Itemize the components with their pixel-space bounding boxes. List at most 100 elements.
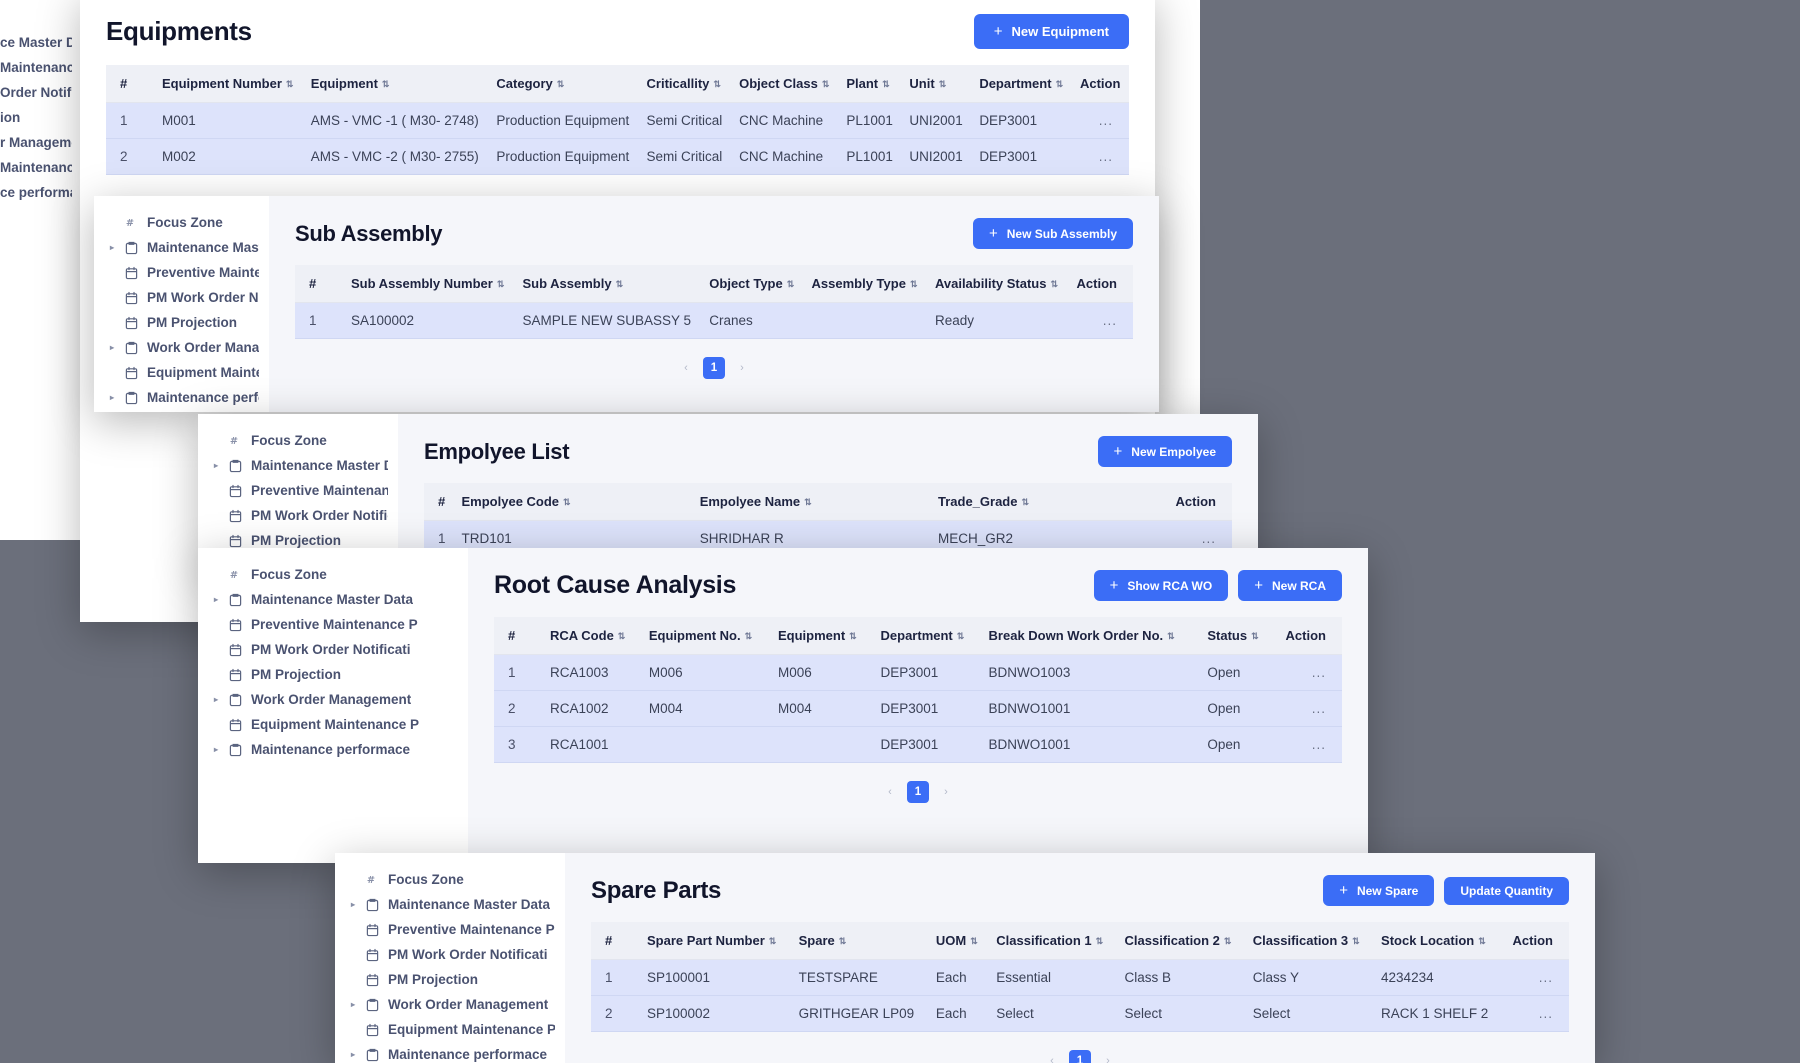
sort-icon[interactable]: ⇅ [822,80,830,89]
col-department[interactable]: Department ⇅ [971,65,1072,103]
update-quantity-button[interactable]: Update Quantity [1444,876,1569,905]
col-category[interactable]: Category ⇅ [488,65,639,103]
col-spare-part-number[interactable]: Spare Part Number ⇅ [639,922,791,960]
col-classification-3[interactable]: Classification 3 ⇅ [1244,922,1374,960]
col-sub-assembly-number[interactable]: Sub Assembly Number ⇅ [343,265,515,303]
sort-icon[interactable]: ⇅ [957,632,965,641]
cell-equipment-no-link[interactable] [640,726,770,763]
row-action-menu[interactable]: ... [1501,959,1569,996]
sidebar-item-pm-work-order-notificati[interactable]: ▸PM Work Order Notificati [198,637,468,662]
new-spare-button[interactable]: + New Spare [1323,875,1435,906]
pagination-next-icon[interactable]: › [1097,1050,1119,1063]
col-rca-code[interactable]: RCA Code ⇅ [542,617,641,655]
sidebar-item-pm-projection[interactable]: ▸PM Projection [335,967,565,992]
col-trade-grade[interactable]: Trade_Grade ⇅ [929,483,1168,521]
chevron-right-icon[interactable]: ▸ [108,393,116,402]
chevron-right-icon[interactable]: ▸ [349,1050,357,1059]
row-action-menu[interactable]: ... [1067,302,1133,339]
sort-icon[interactable]: ⇅ [616,280,624,289]
col-breakdown-wo-no[interactable]: Break Down Work Order No. ⇅ [980,617,1200,655]
col-unit[interactable]: Unit ⇅ [901,65,972,103]
sidebar-item-focus-zone[interactable]: ▸#Focus Zone [198,428,398,453]
col-status[interactable]: Status ⇅ [1199,617,1273,655]
col-object-type[interactable]: Object Type ⇅ [701,265,804,303]
pagination-prev-icon[interactable]: ‹ [675,357,697,379]
col-equipment-no[interactable]: Equipment No. ⇅ [640,617,770,655]
sort-icon[interactable]: ⇅ [910,280,918,289]
pagination-page-1[interactable]: 1 [703,357,725,379]
chevron-right-icon[interactable]: ▸ [212,595,220,604]
col-equipment[interactable]: Equipment ⇅ [302,65,489,103]
sidebar-item-maintenance-master-data[interactable]: ▸ Maintenance Master Data [94,235,269,260]
col-availability-status[interactable]: Availability Status ⇅ [926,265,1068,303]
sidebar-item-maintenance-performace[interactable]: ▸ Maintenance performace [198,737,468,762]
sort-icon[interactable]: ⇅ [1251,632,1259,641]
sort-icon[interactable]: ⇅ [563,498,571,507]
background-menu-item[interactable]: Maintenance P [0,60,72,75]
sidebar-item-work-order-management[interactable]: ▸ Work Order Management [335,992,565,1017]
pagination-next-icon[interactable]: › [731,357,753,379]
pagination-prev-icon[interactable]: ‹ [1041,1050,1063,1063]
col-uom[interactable]: UOM ⇅ [927,922,989,960]
sidebar-item-maintenance-performace[interactable]: ▸ Maintenance performace [335,1042,565,1063]
sidebar-item-work-order-management[interactable]: ▸ Work Order Management [94,335,269,360]
sort-icon[interactable]: ⇅ [1050,280,1058,289]
col-criticality[interactable]: Criticallity ⇅ [638,65,732,103]
col-equipment[interactable]: Equipment ⇅ [769,617,873,655]
background-menu-item[interactable]: Maintenance P [0,160,72,175]
new-employee-button[interactable]: + New Empolyee [1097,436,1232,467]
table-row[interactable]: 1 RCA1003 M006 M006 DEP3001 BDNWO1003 Op… [494,654,1342,691]
table-row[interactable]: 1 SP100001 TESTSPARE Each Essential Clas… [591,959,1569,996]
sort-icon[interactable]: ⇅ [1096,937,1104,946]
col-spare[interactable]: Spare ⇅ [790,922,928,960]
sidebar-item-preventive-maintenance-p[interactable]: ▸Preventive Maintenance P [94,260,269,285]
table-row[interactable]: 1 M001 AMS - VMC -1 ( M30- 2748) Product… [106,102,1129,139]
sort-icon[interactable]: ⇅ [839,937,847,946]
sort-icon[interactable]: ⇅ [849,632,857,641]
chevron-right-icon[interactable]: ▸ [349,1000,357,1009]
sort-icon[interactable]: ⇅ [1056,80,1064,89]
row-action-menu[interactable]: ... [1272,726,1342,763]
cell-equipment-no-link[interactable]: M006 [640,654,770,691]
new-equipment-button[interactable]: + New Equipment [973,14,1129,49]
sidebar-item-maintenance-master-data[interactable]: ▸ Maintenance Master Data [198,587,468,612]
col-equipment-number[interactable]: Equipment Number ⇅ [154,65,303,103]
sort-icon[interactable]: ⇅ [769,937,777,946]
sidebar-item-focus-zone[interactable]: ▸#Focus Zone [94,210,269,235]
col-classification-1[interactable]: Classification 1 ⇅ [988,922,1117,960]
sidebar-item-equipment-maintenance-p[interactable]: ▸Equipment Maintenance P [94,360,269,385]
background-menu-item[interactable]: ce Master Data [0,35,72,50]
background-menu-item[interactable]: ion [0,110,20,125]
sort-icon[interactable]: ⇅ [1021,498,1029,507]
sidebar-item-equipment-maintenance-p[interactable]: ▸Equipment Maintenance P [335,1017,565,1042]
sidebar-item-preventive-maintenance-p[interactable]: ▸Preventive Maintenance P [335,917,565,942]
cell-equipment-no-link[interactable]: M004 [640,690,770,727]
sort-icon[interactable]: ⇅ [497,280,505,289]
sort-icon[interactable]: ⇅ [1224,937,1232,946]
sidebar-item-equipment-maintenance-p[interactable]: ▸Equipment Maintenance P [198,712,468,737]
table-row[interactable]: 1 SA100002 SAMPLE NEW SUBASSY 5 Cranes R… [295,302,1133,339]
sort-icon[interactable]: ⇅ [804,498,812,507]
pagination-page-1[interactable]: 1 [1069,1050,1091,1063]
show-rca-wo-button[interactable]: + Show RCA WO [1093,570,1229,601]
sort-icon[interactable]: ⇅ [1167,632,1175,641]
sidebar-item-pm-work-order-notificati[interactable]: ▸PM Work Order Notificati [335,942,565,967]
row-action-menu[interactable]: ... [1272,690,1342,727]
sort-icon[interactable]: ⇅ [713,80,721,89]
chevron-right-icon[interactable]: ▸ [349,900,357,909]
sort-icon[interactable]: ⇅ [557,80,565,89]
chevron-right-icon[interactable]: ▸ [108,243,116,252]
pagination-page-1[interactable]: 1 [907,781,929,803]
new-rca-button[interactable]: + New RCA [1238,570,1342,601]
new-sub-assembly-button[interactable]: + New Sub Assembly [972,218,1133,249]
col-sub-assembly[interactable]: Sub Assembly ⇅ [514,265,702,303]
sort-icon[interactable]: ⇅ [618,632,626,641]
sidebar-item-pm-projection[interactable]: ▸PM Projection [94,310,269,335]
sort-icon[interactable]: ⇅ [286,80,294,89]
row-action-menu[interactable]: ... [1501,995,1569,1032]
chevron-right-icon[interactable]: ▸ [212,745,220,754]
chevron-right-icon[interactable]: ▸ [108,343,116,352]
col-department[interactable]: Department ⇅ [872,617,981,655]
col-object-class[interactable]: Object Class ⇅ [731,65,839,103]
sort-icon[interactable]: ⇅ [970,937,978,946]
